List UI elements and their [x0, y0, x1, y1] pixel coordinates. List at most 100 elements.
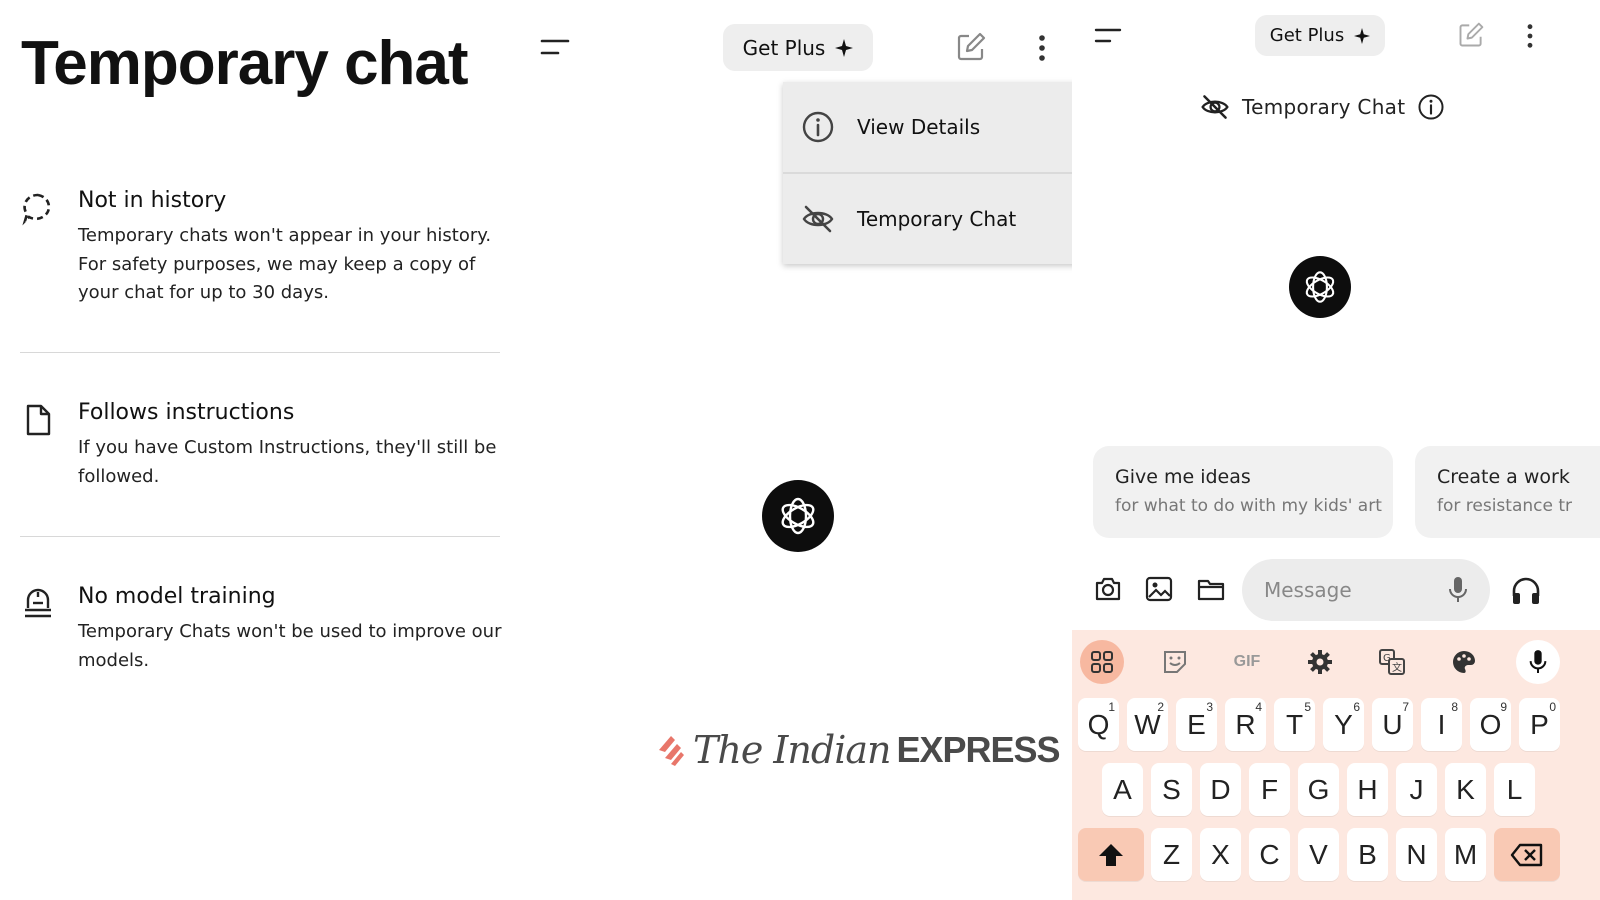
key-secondary-label: 1	[1108, 700, 1115, 714]
feature-follows-instructions: Follows instructions If you have Custom …	[20, 400, 500, 500]
more-options-button[interactable]	[1518, 20, 1542, 52]
on-screen-keyboard: GIF G 文 Q 1 W 2 E 3 R 4 T 5 Y 6 U 7 I 8 …	[1072, 630, 1600, 900]
key-secondary-label: 8	[1451, 700, 1458, 714]
indian-express-watermark: The Indian EXPRESS	[655, 728, 1061, 772]
files-button[interactable]	[1194, 572, 1228, 606]
key-x[interactable]: X	[1200, 828, 1241, 881]
key-label: E	[1187, 708, 1206, 740]
shift-key[interactable]	[1078, 828, 1144, 881]
temporary-chat-title: Temporary Chat	[1242, 95, 1406, 119]
get-plus-button[interactable]: Get Plus	[723, 24, 873, 71]
key-k[interactable]: K	[1445, 763, 1486, 816]
temporary-chat-info-panel: Temporary chat Not in history Temporary …	[0, 0, 520, 900]
key-label: O	[1479, 708, 1502, 740]
kb-settings-button[interactable]	[1298, 640, 1342, 684]
feature-no-model-training: No model training Temporary Chats won't …	[20, 584, 502, 684]
key-r[interactable]: R4	[1225, 698, 1266, 751]
key-label: P	[1530, 708, 1549, 740]
key-v[interactable]: V	[1298, 828, 1339, 881]
kebab-menu-icon	[1039, 35, 1045, 61]
key-label: T	[1285, 708, 1304, 740]
sidebar-menu-icon[interactable]	[1094, 25, 1126, 49]
suggestion-title: Create a work	[1437, 466, 1570, 488]
key-s[interactable]: S	[1151, 763, 1192, 816]
key-secondary-label: 7	[1402, 700, 1409, 714]
info-icon[interactable]	[1417, 93, 1445, 121]
camera-button[interactable]	[1091, 572, 1125, 606]
menu-item-temporary-chat[interactable]: Temporary Chat	[783, 174, 1072, 264]
menu-item-view-details[interactable]: View Details	[783, 82, 1072, 172]
menu-item-label: View Details	[857, 115, 981, 139]
dashed-chat-bubble-icon	[22, 193, 51, 226]
microphone-icon[interactable]	[1446, 575, 1470, 605]
backspace-key[interactable]	[1494, 828, 1560, 881]
document-icon	[26, 404, 51, 436]
kb-sticker-button[interactable]	[1153, 640, 1197, 684]
more-options-button[interactable]	[1028, 30, 1056, 66]
svg-text:文: 文	[1392, 661, 1402, 674]
feature-title: Not in history	[78, 188, 227, 213]
get-plus-button[interactable]: Get Plus	[1255, 15, 1385, 56]
key-i[interactable]: I8	[1421, 698, 1462, 751]
eye-off-icon	[1201, 95, 1229, 119]
suggestion-card[interactable]: Create a work for resistance tr	[1415, 446, 1600, 538]
key-f[interactable]: F	[1249, 763, 1290, 816]
voice-mode-button[interactable]	[1509, 574, 1543, 608]
key-p[interactable]: P0	[1519, 698, 1560, 751]
sidebar-menu-icon[interactable]	[540, 36, 572, 60]
suggestion-subtitle: for what to do with my kids' art	[1115, 496, 1382, 516]
openai-knot-icon	[781, 497, 815, 535]
key-d[interactable]: D	[1200, 763, 1241, 816]
feature-title: No model training	[78, 584, 276, 609]
divider	[20, 536, 500, 537]
key-h[interactable]: H	[1347, 763, 1388, 816]
key-c[interactable]: C	[1249, 828, 1290, 881]
key-label: Y	[1334, 708, 1353, 740]
key-w[interactable]: W2	[1127, 698, 1168, 751]
key-label: I	[1437, 708, 1446, 740]
get-plus-label: Get Plus	[1269, 25, 1345, 46]
key-secondary-label: 4	[1255, 700, 1262, 714]
key-e[interactable]: E3	[1176, 698, 1217, 751]
edit-icon	[1459, 22, 1484, 47]
key-label: U	[1382, 708, 1403, 740]
kb-apps-button[interactable]	[1080, 640, 1124, 684]
key-o[interactable]: O9	[1470, 698, 1511, 751]
key-z[interactable]: Z	[1151, 828, 1192, 881]
temporary-chat-panel: Get Plus Temporary Chat Give me ideas fo…	[1072, 0, 1600, 900]
openai-knot-icon	[1305, 271, 1335, 303]
message-input[interactable]	[1262, 577, 1436, 603]
key-t[interactable]: T5	[1274, 698, 1315, 751]
new-chat-button[interactable]	[952, 28, 990, 66]
key-n[interactable]: N	[1396, 828, 1437, 881]
key-m[interactable]: M	[1445, 828, 1486, 881]
key-b[interactable]: B	[1347, 828, 1388, 881]
feature-description: Temporary chats won't appear in your his…	[78, 225, 492, 303]
key-u[interactable]: U7	[1372, 698, 1413, 751]
suggestion-card[interactable]: Give me ideas for what to do with my kid…	[1093, 446, 1393, 538]
key-q[interactable]: Q1	[1078, 698, 1119, 751]
key-j[interactable]: J	[1396, 763, 1437, 816]
sticker-icon	[1164, 651, 1186, 673]
key-g[interactable]: G	[1298, 763, 1339, 816]
key-secondary-label: 9	[1500, 700, 1507, 714]
key-a[interactable]: A	[1102, 763, 1143, 816]
palette-icon	[1453, 651, 1475, 673]
key-label: R	[1235, 708, 1256, 740]
suggestion-subtitle: for resistance tr	[1437, 496, 1573, 516]
kb-translate-button[interactable]: G 文	[1370, 640, 1414, 684]
camera-icon	[1095, 577, 1121, 601]
new-chat-button[interactable]	[1454, 18, 1488, 52]
settings-gear-icon	[1308, 650, 1332, 674]
key-label: Q	[1087, 708, 1110, 740]
indian-express-logo-icon	[659, 736, 684, 766]
kb-gif-button[interactable]: GIF	[1225, 640, 1269, 684]
gallery-button[interactable]	[1142, 572, 1176, 606]
key-secondary-label: 6	[1353, 700, 1360, 714]
key-l[interactable]: L	[1494, 763, 1535, 816]
no-training-icon	[25, 588, 51, 618]
key-y[interactable]: Y6	[1323, 698, 1364, 751]
key-secondary-label: 0	[1549, 700, 1556, 714]
kb-voice-button[interactable]	[1516, 640, 1560, 684]
kb-theme-button[interactable]	[1442, 640, 1486, 684]
